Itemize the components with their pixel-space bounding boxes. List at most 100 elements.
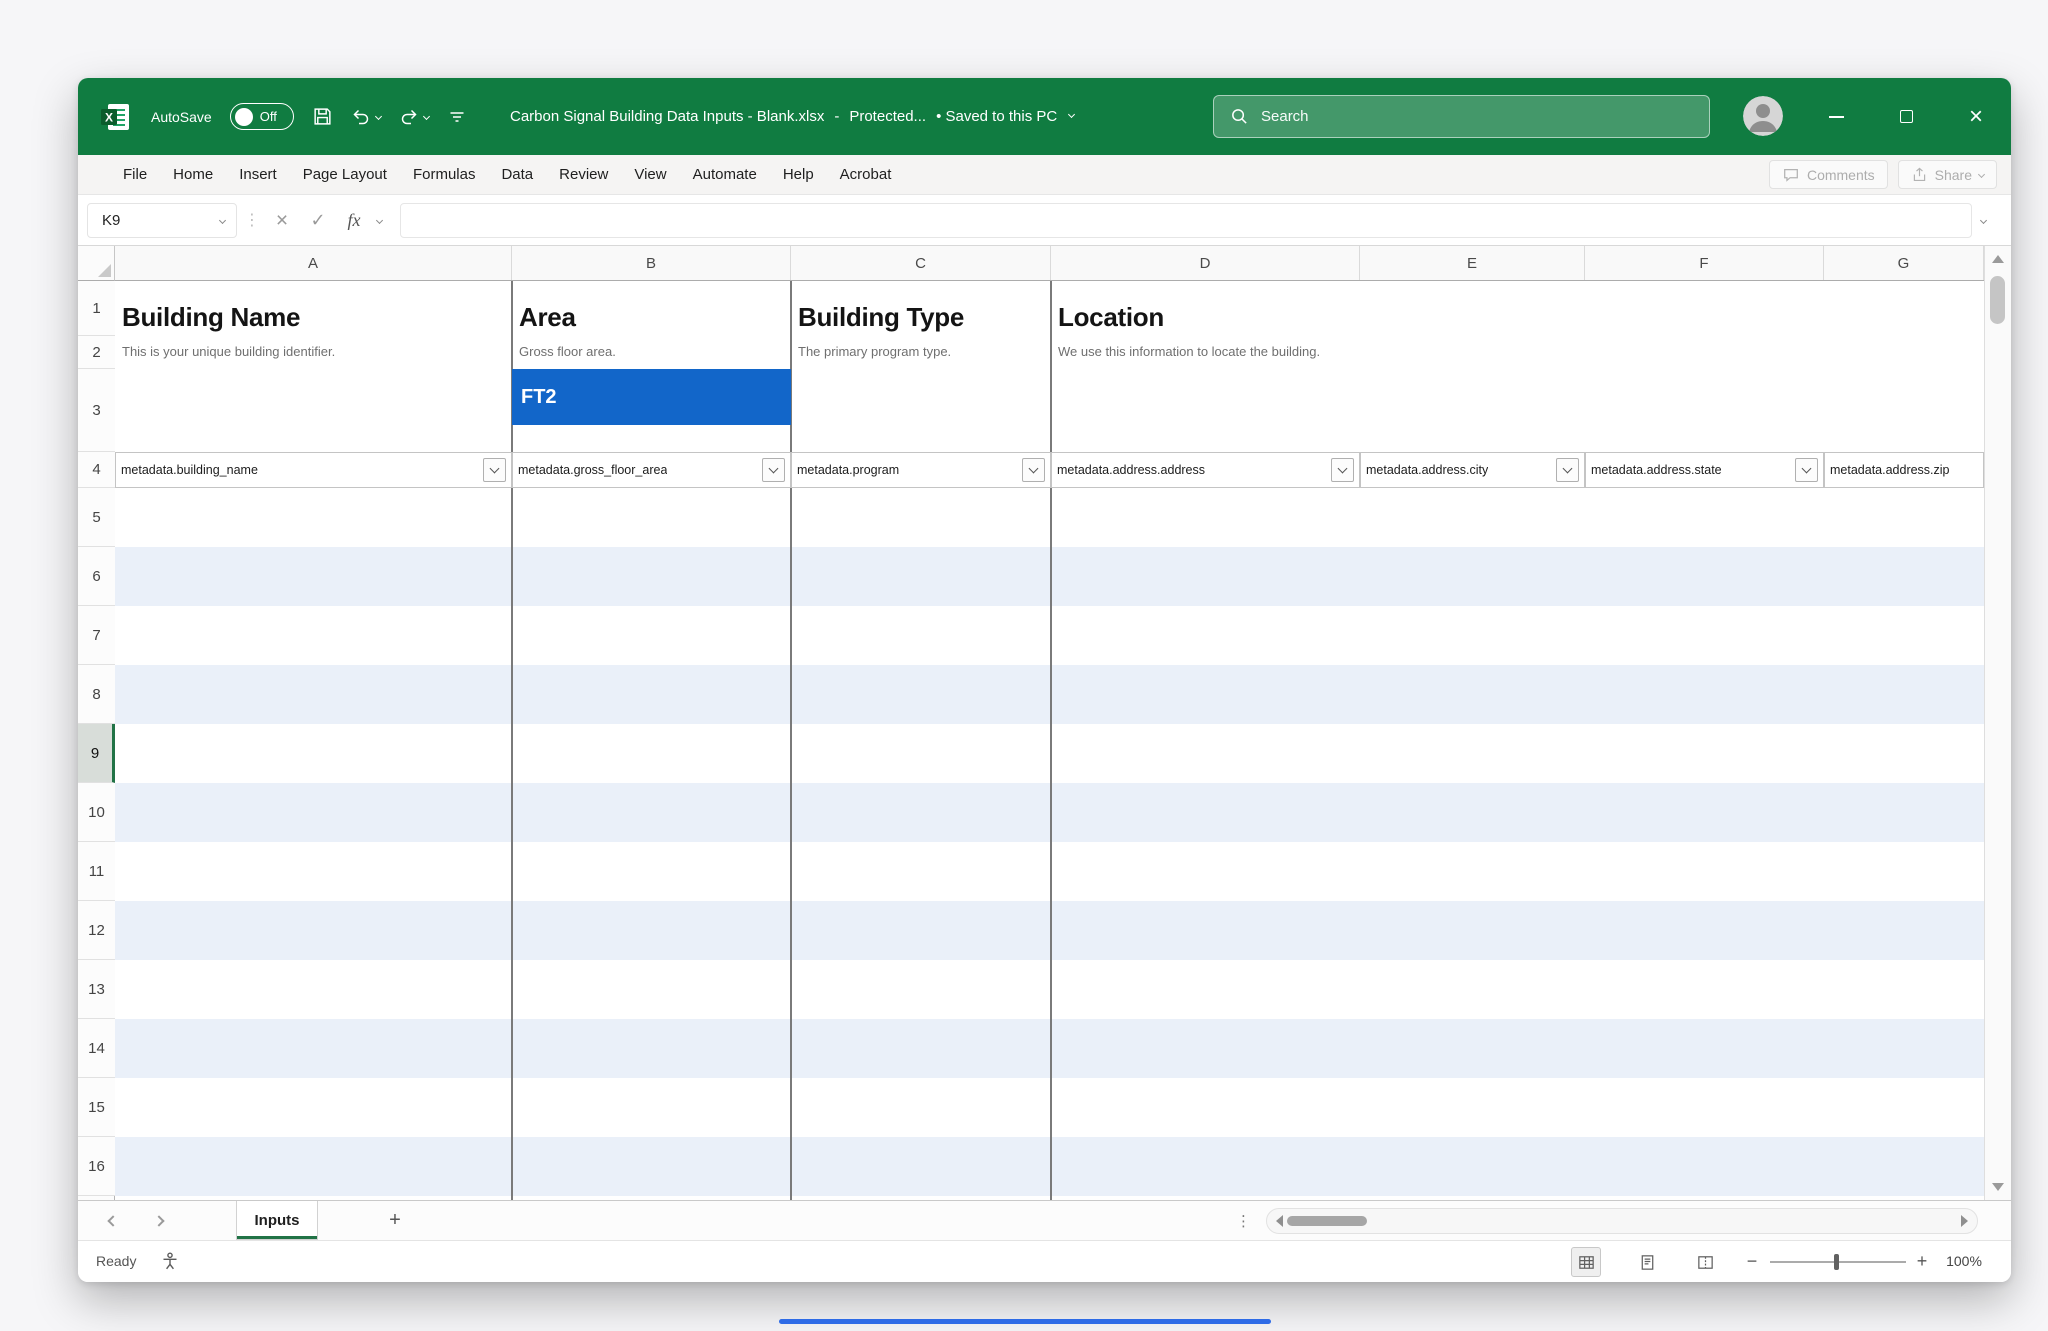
menu-file[interactable]: File bbox=[110, 166, 160, 183]
sheet-tab-inputs[interactable]: Inputs bbox=[236, 1201, 318, 1240]
customize-toolbar-icon[interactable] bbox=[447, 107, 467, 127]
column-header-g[interactable]: G bbox=[1824, 246, 1984, 280]
title-chevron-icon[interactable] bbox=[1068, 111, 1075, 118]
cancel-icon[interactable]: × bbox=[268, 195, 296, 246]
select-all-corner[interactable] bbox=[78, 246, 115, 281]
cell-location-title[interactable]: Location bbox=[1058, 302, 1164, 333]
column-header-b[interactable]: B bbox=[512, 246, 791, 280]
row-header-3[interactable]: 3 bbox=[78, 369, 115, 452]
scroll-down-button[interactable] bbox=[1985, 1174, 2011, 1200]
scroll-left-icon[interactable] bbox=[1276, 1215, 1283, 1227]
insert-function-icon[interactable]: fx bbox=[340, 195, 368, 246]
dropdown-button[interactable] bbox=[1795, 458, 1818, 482]
share-button[interactable]: Share bbox=[1898, 160, 1997, 189]
menu-formulas[interactable]: Formulas bbox=[400, 166, 489, 183]
field-cell-address[interactable]: metadata.address.address bbox=[1051, 452, 1360, 488]
row-header-15[interactable]: 15 bbox=[78, 1078, 115, 1137]
dropdown-button[interactable] bbox=[1556, 458, 1579, 482]
field-cell-state[interactable]: metadata.address.state bbox=[1585, 452, 1824, 488]
formula-input[interactable] bbox=[400, 203, 1972, 238]
search-input[interactable] bbox=[1261, 108, 1693, 125]
function-chevron-icon[interactable] bbox=[376, 217, 383, 224]
cell-location-subtitle[interactable]: We use this information to locate the bu… bbox=[1058, 344, 1320, 359]
zoom-in-button[interactable]: + bbox=[1914, 1241, 1930, 1282]
cell-building-name-title[interactable]: Building Name bbox=[122, 302, 300, 333]
field-cell-program[interactable]: metadata.program bbox=[791, 452, 1051, 488]
autosave-toggle[interactable]: Off bbox=[230, 103, 294, 130]
column-header-e[interactable]: E bbox=[1360, 246, 1585, 280]
menu-insert[interactable]: Insert bbox=[226, 166, 290, 183]
zoom-slider-thumb[interactable] bbox=[1834, 1254, 1839, 1270]
cell-building-type-title[interactable]: Building Type bbox=[798, 302, 964, 333]
save-icon[interactable] bbox=[312, 106, 333, 127]
field-cell-city[interactable]: metadata.address.city bbox=[1360, 452, 1585, 488]
row-header-8[interactable]: 8 bbox=[78, 665, 115, 724]
row-header-11[interactable]: 11 bbox=[78, 842, 115, 901]
zoom-level[interactable]: 100% bbox=[1936, 1241, 1992, 1282]
tab-options-icon[interactable]: ⋮ bbox=[1236, 1201, 1251, 1241]
menu-help[interactable]: Help bbox=[770, 166, 827, 183]
menu-data[interactable]: Data bbox=[488, 166, 546, 183]
undo-icon[interactable] bbox=[351, 107, 381, 127]
scroll-right-icon[interactable] bbox=[1961, 1215, 1968, 1227]
menu-view[interactable]: View bbox=[621, 166, 679, 183]
dropdown-button[interactable] bbox=[762, 458, 785, 482]
horizontal-scrollbar[interactable] bbox=[1266, 1208, 1978, 1234]
menu-review[interactable]: Review bbox=[546, 166, 621, 183]
row-header-2[interactable]: 2 bbox=[78, 336, 115, 369]
name-box-options-icon[interactable]: ⋮ bbox=[244, 195, 260, 246]
zoom-slider[interactable] bbox=[1770, 1261, 1906, 1263]
cell-building-type-subtitle[interactable]: The primary program type. bbox=[798, 344, 951, 359]
redo-icon[interactable] bbox=[399, 107, 429, 127]
zoom-out-button[interactable]: − bbox=[1744, 1241, 1760, 1282]
vertical-scrollbar[interactable] bbox=[1984, 246, 2011, 1200]
close-button[interactable]: × bbox=[1941, 78, 2011, 155]
field-cell-zip[interactable]: metadata.address.zip bbox=[1824, 452, 1984, 488]
menu-page-layout[interactable]: Page Layout bbox=[290, 166, 400, 183]
menu-acrobat[interactable]: Acrobat bbox=[827, 166, 905, 183]
cell-ft2-highlighted[interactable]: FT2 bbox=[512, 369, 791, 425]
page-break-view-button[interactable] bbox=[1690, 1247, 1720, 1277]
minimize-button[interactable] bbox=[1801, 78, 1871, 155]
dropdown-button[interactable] bbox=[483, 458, 506, 482]
page-layout-view-button[interactable] bbox=[1632, 1247, 1662, 1277]
row-header-13[interactable]: 13 bbox=[78, 960, 115, 1019]
row-header-12[interactable]: 12 bbox=[78, 901, 115, 960]
row-header-4[interactable]: 4 bbox=[78, 452, 115, 488]
field-cell-gross-floor-area[interactable]: metadata.gross_floor_area bbox=[512, 452, 791, 488]
row-header-10[interactable]: 10 bbox=[78, 783, 115, 842]
column-header-f[interactable]: F bbox=[1585, 246, 1824, 280]
next-sheet-button[interactable] bbox=[150, 1201, 168, 1241]
avatar[interactable] bbox=[1743, 96, 1783, 136]
row-header-9-selected[interactable]: 9 bbox=[78, 724, 115, 783]
scroll-up-button[interactable] bbox=[1985, 246, 2011, 272]
row-header-5[interactable]: 5 bbox=[78, 488, 115, 547]
cell-building-name-subtitle[interactable]: This is your unique building identifier. bbox=[122, 344, 335, 359]
row-header-7[interactable]: 7 bbox=[78, 606, 115, 665]
row-header-1[interactable]: 1 bbox=[78, 281, 115, 336]
column-header-c[interactable]: C bbox=[791, 246, 1051, 280]
menu-home[interactable]: Home bbox=[160, 166, 226, 183]
cell-area-subtitle[interactable]: Gross floor area. bbox=[519, 344, 616, 359]
field-cell-building-name[interactable]: metadata.building_name bbox=[115, 452, 512, 488]
vertical-scroll-thumb[interactable] bbox=[1990, 276, 2005, 324]
saved-status[interactable]: • Saved to this PC bbox=[936, 108, 1057, 125]
accessibility-icon[interactable] bbox=[160, 1251, 180, 1274]
normal-view-button[interactable] bbox=[1571, 1247, 1601, 1277]
enter-icon[interactable]: ✓ bbox=[304, 195, 332, 246]
maximize-button[interactable] bbox=[1871, 78, 1941, 155]
dropdown-button[interactable] bbox=[1331, 458, 1354, 482]
prev-sheet-button[interactable] bbox=[104, 1201, 122, 1241]
cells-area[interactable]: Building Name This is your unique buildi… bbox=[115, 281, 1984, 1200]
row-header-16[interactable]: 16 bbox=[78, 1137, 115, 1196]
comments-button[interactable]: Comments bbox=[1769, 160, 1888, 189]
excel-logo-icon[interactable]: X bbox=[99, 100, 133, 134]
search-box[interactable] bbox=[1213, 95, 1710, 138]
column-header-a[interactable]: A bbox=[115, 246, 512, 280]
cell-area-title[interactable]: Area bbox=[519, 302, 576, 333]
dropdown-button[interactable] bbox=[1022, 458, 1045, 482]
column-header-d[interactable]: D bbox=[1051, 246, 1360, 280]
row-header-14[interactable]: 14 bbox=[78, 1019, 115, 1078]
menu-automate[interactable]: Automate bbox=[680, 166, 770, 183]
expand-formula-bar-icon[interactable] bbox=[1980, 217, 1987, 224]
